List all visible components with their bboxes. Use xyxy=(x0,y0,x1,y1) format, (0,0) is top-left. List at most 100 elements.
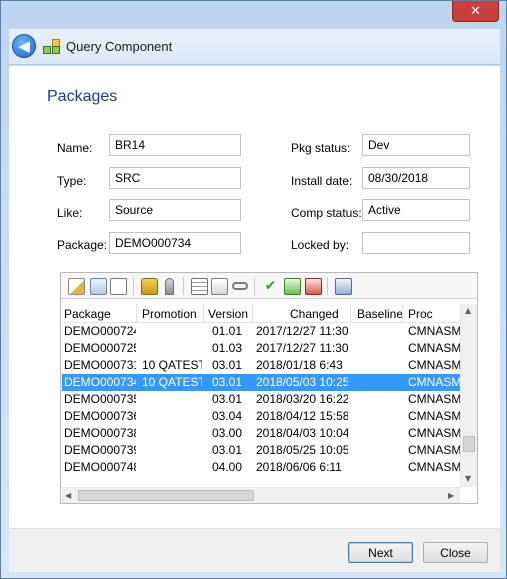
install-date-field[interactable]: 08/30/2018 xyxy=(362,167,470,189)
packages-panel: ✔ Package Promotion Version Changed Base… xyxy=(60,272,478,504)
table-cell: CMNASM xyxy=(408,375,460,389)
table-cell: CMNASM xyxy=(408,460,460,474)
table-row[interactable]: DEMO000739 03.01 2018/05/25 10:05 CMNASM xyxy=(62,442,460,459)
like-field[interactable]: Source xyxy=(109,199,241,221)
next-button[interactable]: Next xyxy=(348,542,413,563)
table-header: Package Promotion Version Changed Baseli… xyxy=(62,304,460,323)
table-cell: 2018/01/18 6:43 xyxy=(256,358,343,372)
table-cell: CMNASM xyxy=(408,341,460,355)
history-icon[interactable] xyxy=(335,278,352,295)
type-label: Type: xyxy=(57,174,87,188)
table-cell: CMNASM xyxy=(408,426,460,440)
lock-icon[interactable] xyxy=(141,278,158,295)
horizontal-scroll-thumb[interactable] xyxy=(78,490,254,501)
toolbar-separator xyxy=(254,277,255,295)
scroll-down-arrow-icon[interactable]: ▼ xyxy=(465,474,471,483)
back-button[interactable]: ◀ xyxy=(12,34,36,58)
table-cell: 2018/06/06 6:11 xyxy=(256,460,342,474)
table-cell: 03.00 xyxy=(212,426,243,440)
copy-icon[interactable] xyxy=(90,278,107,295)
table-cell: DEMO000731 xyxy=(64,358,136,372)
component-icon xyxy=(43,39,61,55)
type-field[interactable]: SRC xyxy=(109,167,241,189)
table-cell: 2017/12/27 11:30 xyxy=(256,341,348,355)
table-cell: 03.01 xyxy=(212,443,243,457)
calendar-icon[interactable] xyxy=(191,278,208,295)
table-row[interactable]: DEMO000734 10 QATEST 03.01 2018/05/03 10:25… xyxy=(62,374,460,391)
promote-icon[interactable] xyxy=(284,278,301,295)
edit-icon[interactable] xyxy=(68,278,85,295)
demote-icon[interactable] xyxy=(305,278,322,295)
column-header-promotion[interactable]: Promotion xyxy=(142,307,197,321)
table-cell: CMNASM xyxy=(408,409,460,423)
comp-status-field[interactable]: Active xyxy=(362,199,470,221)
table-cell: 2018/03/20 16:22 xyxy=(256,392,348,406)
button-bar: Next Close xyxy=(9,528,500,572)
table-row[interactable]: DEMO000735 03.01 2018/03/20 16:22 CMNASM xyxy=(62,391,460,408)
table-cell: DEMO000725 xyxy=(64,341,136,355)
table-cell: 04.00 xyxy=(212,460,243,474)
column-header-package[interactable]: Package xyxy=(64,307,111,321)
window-header: ◀ Query Component xyxy=(9,29,500,65)
package-field[interactable]: DEMO000734 xyxy=(109,232,241,254)
pkg-status-field[interactable]: Dev xyxy=(362,134,470,156)
table-row[interactable]: DEMO000738 03.00 2018/04/03 10:04 CMNASM xyxy=(62,425,460,442)
link-icon[interactable] xyxy=(232,282,248,290)
table-cell: 01.01 xyxy=(212,324,243,338)
vertical-scrollbar[interactable]: ▲ ▼ xyxy=(460,304,477,487)
table-body: DEMO000724 01.01 2017/12/27 11:30 CMNASM DEM… xyxy=(62,323,460,487)
notes-icon[interactable] xyxy=(110,278,127,295)
table-cell: 2017/12/27 11:30 xyxy=(256,324,348,338)
locked-by-label: Locked by: xyxy=(291,238,350,252)
toolbar-separator xyxy=(327,277,328,295)
table-cell: 2018/05/03 10:25 xyxy=(256,375,348,389)
table-row[interactable]: DEMO000724 01.01 2017/12/27 11:30 CMNASM xyxy=(62,323,460,340)
table-row[interactable]: DEMO000725 01.03 2017/12/27 11:30 CMNASM xyxy=(62,340,460,357)
table-cell: DEMO000736 xyxy=(64,409,136,423)
table-cell: 03.01 xyxy=(212,358,243,372)
table-cell: DEMO000734 xyxy=(64,375,136,389)
table-cell: 10 QATEST xyxy=(142,375,202,389)
pkg-status-label: Pkg status: xyxy=(291,141,351,155)
name-field[interactable]: BR14 xyxy=(109,134,241,156)
column-header-baseline[interactable]: Baseline xyxy=(357,307,403,321)
name-label: Name: xyxy=(57,141,93,155)
page-title: Packages xyxy=(47,88,118,105)
scroll-up-arrow-icon[interactable]: ▲ xyxy=(465,306,471,315)
column-header-proc[interactable]: Proc xyxy=(408,307,433,321)
table-cell: 03.01 xyxy=(212,375,243,389)
paste-icon[interactable] xyxy=(211,278,228,295)
locked-by-field[interactable] xyxy=(362,232,470,254)
table-cell: 03.04 xyxy=(212,409,243,423)
toolbar: ✔ xyxy=(61,273,477,299)
content-area: Packages Name: BR14 Type: SRC Like: Sour… xyxy=(9,66,500,528)
scroll-right-arrow-icon[interactable]: ▶ xyxy=(448,491,454,500)
table-cell: CMNASM xyxy=(408,392,460,406)
horizontal-scrollbar[interactable]: ◀ ▶ xyxy=(62,487,460,503)
table-row[interactable]: DEMO000736 03.04 2018/04/12 15:58 CMNASM xyxy=(62,408,460,425)
approve-icon[interactable]: ✔ xyxy=(262,278,279,295)
close-button[interactable]: Close xyxy=(423,542,488,563)
like-label: Like: xyxy=(57,206,83,220)
window-frame: ✕ ◀ Query Component Packages Name: BR14 … xyxy=(0,0,507,579)
table-cell: CMNASM xyxy=(408,443,460,457)
install-date-label: Install date: xyxy=(291,174,353,188)
table-row[interactable]: DEMO000731 10 QATEST 03.01 2018/01/18 6:43 C… xyxy=(62,357,460,374)
toolbar-separator xyxy=(183,277,184,295)
table-row[interactable]: DEMO000748 04.00 2018/06/06 6:11 CMNASM xyxy=(62,459,460,476)
table-cell: CMNASM xyxy=(408,324,460,338)
column-header-changed[interactable]: Changed xyxy=(290,307,339,321)
table-cell: DEMO000748 xyxy=(64,460,136,474)
table-cell: 2018/05/25 10:05 xyxy=(256,443,348,457)
table-cell: 03.01 xyxy=(212,392,243,406)
table-cell: 2018/04/12 15:58 xyxy=(256,409,348,423)
window-close-button[interactable]: ✕ xyxy=(452,1,499,22)
vertical-scroll-thumb[interactable] xyxy=(463,436,475,452)
table-cell: DEMO000735 xyxy=(64,392,136,406)
table-cell: 10 QATEST xyxy=(142,358,202,372)
table-cell: 01.03 xyxy=(212,341,243,355)
key-icon[interactable] xyxy=(165,278,174,295)
scroll-left-arrow-icon[interactable]: ◀ xyxy=(65,491,71,500)
column-header-version[interactable]: Version xyxy=(208,307,248,321)
table-cell: DEMO000738 xyxy=(64,426,136,440)
